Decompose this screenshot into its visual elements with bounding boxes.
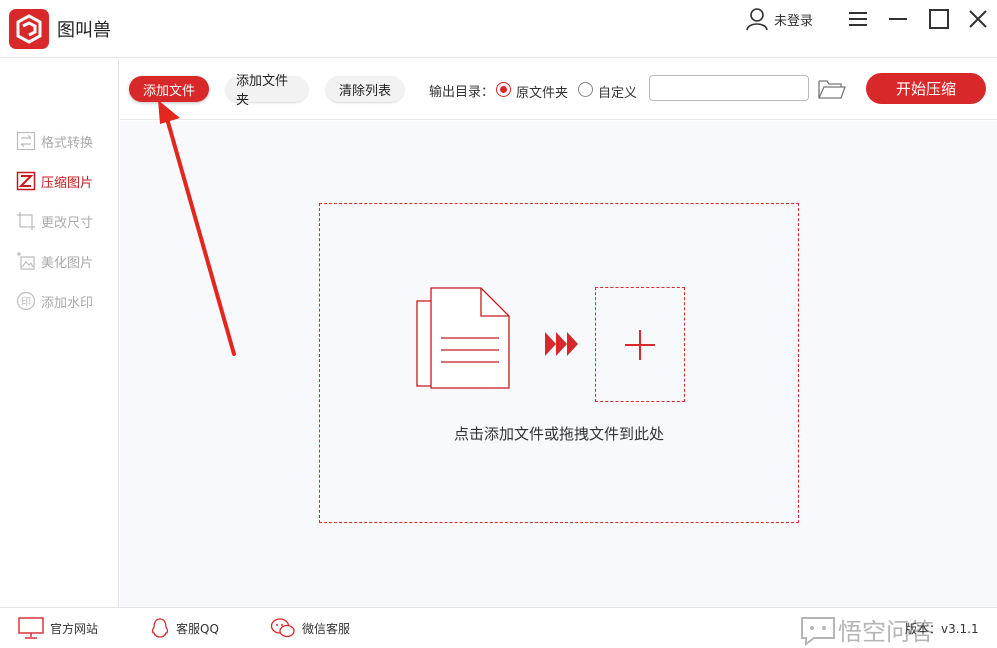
sidebar-item-compress[interactable]: 压缩图片 (16, 170, 93, 192)
beautify-icon (17, 252, 35, 270)
add-file-box[interactable] (595, 287, 685, 402)
svg-text:印: 印 (21, 296, 31, 308)
add-folder-button[interactable]: 添加文件夹 (226, 74, 308, 108)
sidebar-item-beautify[interactable]: 美化图片 (16, 250, 93, 272)
footer-label: 官方网站 (50, 621, 99, 636)
footer: 官方网站 客服QQ 微信客服 悟空问答 版本：v3.1.1 (0, 607, 997, 648)
radio-custom-folder[interactable] (578, 82, 593, 97)
drop-zone[interactable]: 点击添加文件或拖拽文件到此处 (319, 203, 799, 523)
maximize-icon[interactable] (926, 6, 952, 32)
clear-list-button[interactable]: 清除列表 (326, 76, 404, 102)
watermark-icon: 印 (16, 291, 36, 311)
sidebar-item-resize[interactable]: 更改尺寸 (16, 210, 93, 232)
sidebar-item-label: 格式转换 (41, 135, 94, 151)
title-bar: 图叫兽 未登录 (0, 0, 997, 58)
sidebar-item-label: 添加水印 (41, 295, 94, 311)
monitor-icon (18, 617, 44, 639)
footer-label: 客服QQ (176, 621, 219, 636)
triple-arrow-icon (545, 332, 578, 356)
qq-icon (151, 618, 169, 638)
official-website-link[interactable]: 官方网站 (18, 616, 98, 640)
sidebar-item-label: 美化图片 (41, 255, 94, 271)
output-dir-label: 输出目录： (429, 85, 495, 100)
menu-icon[interactable] (845, 6, 871, 32)
sidebar-item-label: 压缩图片 (41, 175, 94, 191)
user-icon (746, 8, 768, 31)
app-logo (9, 9, 49, 49)
compress-icon (16, 171, 36, 191)
minimize-icon[interactable] (885, 6, 911, 32)
start-compress-button[interactable]: 开始压缩 (866, 73, 986, 104)
output-path-input[interactable] (649, 75, 809, 101)
close-icon[interactable] (965, 6, 991, 32)
customer-service-qq-link[interactable]: 客服QQ (150, 616, 219, 640)
toolbar: 添加文件 添加文件夹 清除列表 输出目录： 原文件夹 自定义 开始压缩 (120, 59, 997, 120)
documents-icon (416, 287, 510, 389)
radio-original-label: 原文件夹 (516, 86, 569, 101)
drop-hint-text: 点击添加文件或拖拽文件到此处 (453, 425, 664, 443)
radio-original-folder[interactable] (496, 82, 511, 97)
sidebar: 格式转换 压缩图片 更改尺寸 美化图片 印 添加水印 (0, 59, 119, 607)
sidebar-item-format-convert[interactable]: 格式转换 (16, 130, 93, 152)
add-file-button[interactable]: 添加文件 (129, 76, 209, 102)
login-status-label: 未登录 (774, 13, 814, 29)
plus-icon (625, 330, 655, 360)
sidebar-item-watermark[interactable]: 印 添加水印 (16, 290, 93, 312)
footer-label: 微信客服 (302, 621, 351, 636)
radio-custom-label: 自定义 (598, 86, 638, 101)
main-area: 点击添加文件或拖拽文件到此处 (120, 121, 997, 607)
sidebar-item-label: 更改尺寸 (41, 215, 94, 231)
chat-bubble-icon (801, 616, 835, 646)
version-label: 版本：v3.1.1 (905, 622, 979, 636)
wechat-service-link[interactable]: 微信客服 (270, 616, 350, 640)
folder-open-icon[interactable] (817, 77, 847, 101)
wechat-icon (270, 618, 295, 638)
resize-icon (17, 212, 35, 230)
login-button[interactable]: 未登录 (744, 6, 813, 32)
app-title: 图叫兽 (57, 20, 111, 41)
swap-icon (16, 131, 36, 151)
